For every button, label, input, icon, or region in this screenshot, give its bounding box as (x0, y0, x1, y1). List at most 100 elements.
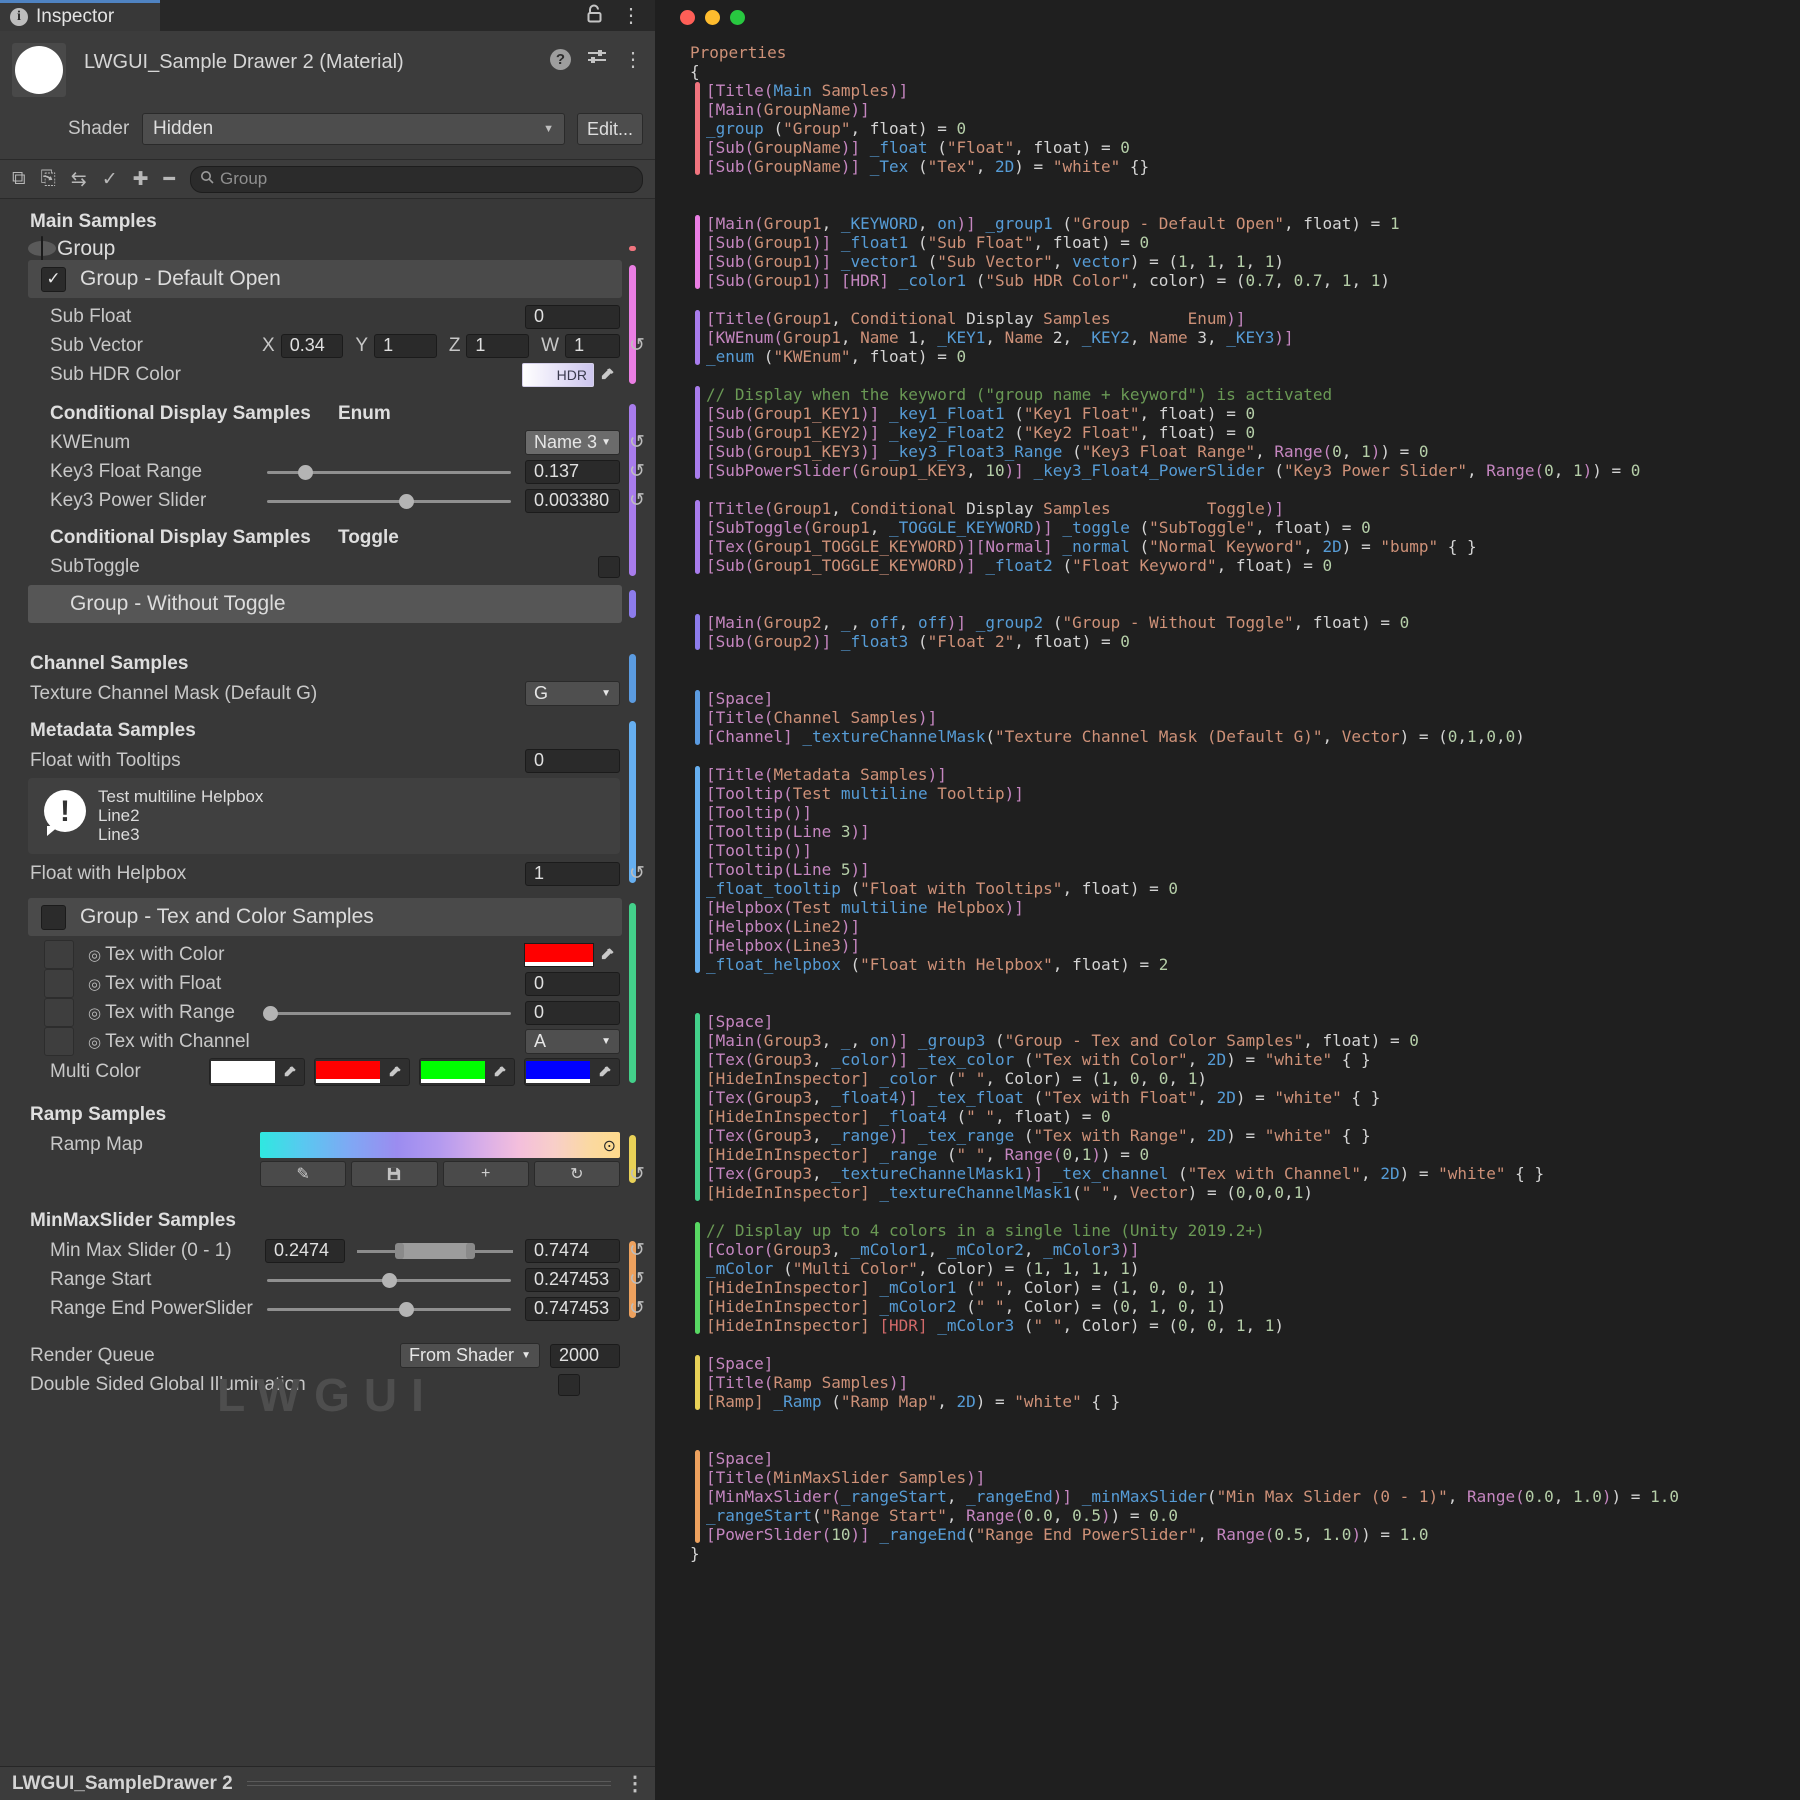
channel-mask-dropdown[interactable]: G▼ (525, 681, 620, 706)
color-swatch[interactable] (211, 1061, 275, 1083)
multi-color-3[interactable] (524, 1058, 620, 1086)
group-checkbox-checked[interactable]: ✓ (41, 267, 66, 292)
maximize-window-icon[interactable] (730, 10, 745, 25)
color-swatch[interactable] (421, 1061, 485, 1083)
copy-icon[interactable]: ⧉ (12, 168, 26, 190)
tab-inspector[interactable]: i Inspector (0, 0, 160, 31)
multi-color-2[interactable] (419, 1058, 515, 1086)
eyedropper-icon[interactable] (382, 1060, 408, 1084)
select-icon[interactable]: ✓ (102, 168, 118, 191)
help-icon[interactable]: ? (550, 49, 571, 70)
field-label: Sub HDR Color (50, 364, 522, 386)
key3-power-input[interactable]: 0.003380 (525, 489, 620, 513)
eyedropper-icon[interactable] (594, 363, 620, 387)
texture-slot[interactable] (44, 969, 74, 998)
minmax-slider[interactable] (355, 1236, 515, 1265)
tex-range-slider[interactable] (267, 998, 513, 1027)
minmax-max-input[interactable]: 0.7474 (525, 1239, 620, 1263)
revert-icon[interactable]: ↺ (626, 1239, 648, 1262)
tex-range-input[interactable]: 0 (525, 1001, 620, 1025)
expand-all-icon[interactable]: ✚ (133, 168, 149, 191)
code-lines[interactable]: Properties{[Title(Main Samples)][Main(Gr… (690, 43, 1679, 1563)
ramp-edit-icon[interactable]: ⊙ (603, 1136, 616, 1156)
group-checkbox[interactable] (41, 905, 66, 930)
unlock-icon[interactable] (586, 4, 603, 28)
key3-range-slider[interactable] (265, 457, 513, 486)
eyedropper-icon[interactable] (487, 1060, 513, 1084)
vector-w-input[interactable]: 1 (565, 334, 620, 358)
range-end-input[interactable]: 0.747453 (525, 1297, 620, 1321)
tex-float-input[interactable]: 0 (525, 972, 620, 996)
search-input[interactable]: Group (190, 166, 643, 193)
group-header-default-open[interactable]: ✓ Group - Default Open (28, 260, 622, 298)
group-header-without-toggle[interactable]: Group - Without Toggle (28, 585, 622, 623)
eyedropper-icon[interactable] (277, 1060, 303, 1084)
subtoggle-checkbox[interactable] (598, 556, 620, 578)
color-swatch[interactable] (316, 1061, 380, 1083)
paste-icon[interactable]: ⎘ (41, 168, 56, 190)
range-end-slider[interactable] (265, 1294, 513, 1323)
footer-menu-icon[interactable]: ⋮ (625, 1771, 655, 1796)
material-preview[interactable] (12, 43, 66, 97)
swap-icon[interactable]: ⇆ (71, 168, 87, 191)
range-start-input[interactable]: 0.247453 (525, 1268, 620, 1292)
float-helpbox-input[interactable]: 1 (525, 862, 620, 886)
material-footer[interactable]: LWGUI_SampleDrawer 2 ⋮ (0, 1766, 655, 1800)
close-window-icon[interactable] (680, 10, 695, 25)
edit-button[interactable]: Edit... (577, 113, 643, 145)
key3-range-input[interactable]: 0.137 (525, 460, 620, 484)
material-menu-icon[interactable]: ⋮ (623, 47, 643, 72)
ramp-save-button[interactable] (351, 1161, 437, 1187)
group-header-tex-color[interactable]: Group - Tex and Color Samples (28, 898, 622, 936)
multi-color-1[interactable] (314, 1058, 410, 1086)
texture-circle-icon: ◎ (88, 1033, 101, 1051)
ramp-refresh-button[interactable]: ↻ (534, 1161, 620, 1187)
kwenum-dropdown[interactable]: Name 3▼ (525, 430, 620, 455)
minmax-min-input[interactable]: 0.2474 (265, 1239, 345, 1263)
tex-channel-dropdown[interactable]: A▼ (525, 1029, 620, 1054)
code-block: [Title(Group1, Conditional Display Sampl… (695, 309, 1679, 366)
revert-icon[interactable]: ↺ (626, 1297, 648, 1320)
key3-power-slider[interactable] (265, 486, 513, 515)
texture-slot[interactable] (44, 1027, 74, 1056)
sub-float-input[interactable]: 0 (525, 305, 620, 329)
render-queue-dropdown[interactable]: From Shader▼ (400, 1343, 540, 1368)
texture-slot[interactable] (44, 940, 74, 969)
texture-slot[interactable] (44, 998, 74, 1027)
code-line: [Helpbox(Line2)] (706, 917, 1679, 936)
collapse-all-icon[interactable]: ━ (164, 168, 175, 191)
revert-icon[interactable]: ↺ (626, 1268, 648, 1291)
eyedropper-icon[interactable] (594, 943, 620, 967)
row-range-end: Range End PowerSlider 0.747453 ↺ (0, 1294, 655, 1323)
vector-x-input[interactable]: 0.34 (281, 334, 344, 358)
group-header-group[interactable]: Group (28, 241, 56, 256)
shader-dropdown[interactable]: Hidden ▼ (142, 113, 565, 145)
minimize-window-icon[interactable] (705, 10, 720, 25)
tex-color-swatch[interactable] (524, 943, 594, 967)
code-line: [Title(Group1, Conditional Display Sampl… (706, 499, 1679, 518)
revert-icon[interactable]: ↺ (626, 431, 648, 454)
eyedropper-icon[interactable] (592, 1060, 618, 1084)
ramp-edit-button[interactable]: ✎ (260, 1161, 346, 1187)
revert-icon[interactable]: ↺ (626, 334, 648, 357)
row-subtoggle: SubToggle (0, 552, 655, 581)
tab-menu-icon[interactable]: ⋮ (621, 3, 641, 28)
code-block: Properties{ (690, 43, 1679, 81)
ramp-add-button[interactable]: + (443, 1161, 529, 1187)
vector-y-input[interactable]: 1 (374, 334, 437, 358)
color-swatch[interactable] (526, 1061, 590, 1083)
render-queue-input[interactable]: 2000 (550, 1344, 620, 1368)
presets-icon[interactable] (587, 48, 607, 71)
group-checkbox[interactable] (41, 236, 43, 261)
revert-icon[interactable]: ↺ (626, 862, 648, 885)
range-start-slider[interactable] (265, 1265, 513, 1294)
drag-handle[interactable] (247, 1781, 611, 1786)
ramp-gradient[interactable]: ⊙ (260, 1132, 620, 1158)
multi-color-0[interactable] (209, 1058, 305, 1086)
float-tooltips-input[interactable]: 0 (525, 749, 620, 773)
revert-icon[interactable]: ↺ (626, 460, 648, 483)
hdr-color-swatch[interactable]: HDR (522, 363, 594, 387)
vector-z-input[interactable]: 1 (466, 334, 529, 358)
revert-icon[interactable]: ↺ (626, 1163, 648, 1186)
revert-icon[interactable]: ↺ (626, 489, 648, 512)
